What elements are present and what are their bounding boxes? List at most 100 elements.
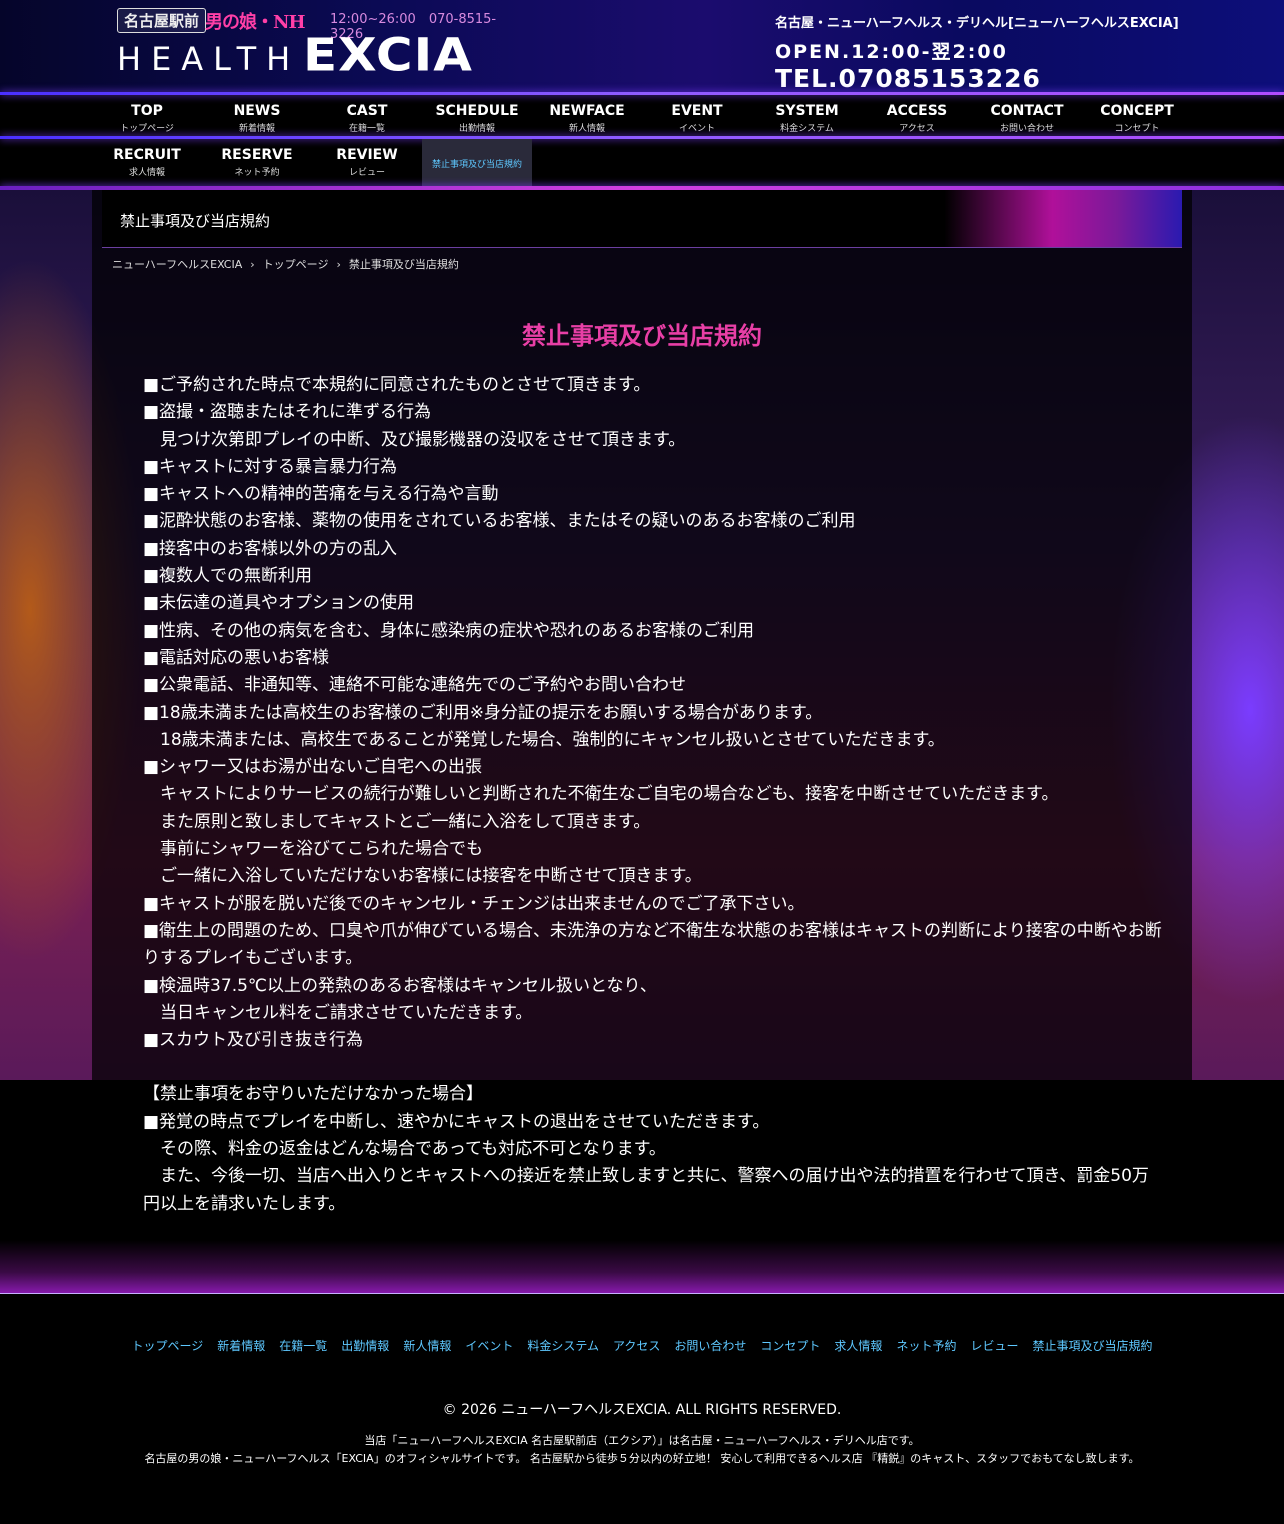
rule-line: ■発覚の時点でプレイを中断し、速やかにキャストの退出をさせていただきます。 (143, 1111, 770, 1132)
logo-excia-text: EXCIA (303, 28, 473, 82)
nav-label: CONCEPT (1100, 103, 1174, 119)
nav-sublabel: イベント (678, 124, 715, 134)
rule-line: 見つけ次第即プレイの中断、及び撮影機器の没収をさせて頂きます。 (143, 429, 686, 450)
footer-link[interactable]: お問い合わせ (674, 1339, 746, 1353)
rule-line: ■公衆電話、非通知等、連絡不可能な連絡先でのご予約やお問い合わせ (143, 675, 687, 696)
breadcrumb-top[interactable]: トップページ (263, 258, 329, 271)
nav-label: CAST (346, 103, 388, 119)
breadcrumb-current: 禁止事項及び当店規約 (348, 258, 459, 271)
rule-line: ■シャワー又はお湯が出ないご自宅への出張 (143, 757, 483, 778)
nav-label: REVIEW (336, 147, 398, 163)
nav-sublabel: ネット予約 (234, 168, 280, 178)
footer-link[interactable]: アクセス (613, 1339, 660, 1353)
nav-sublabel: トップページ (120, 124, 174, 134)
footer-link[interactable]: 新人情報 (403, 1339, 451, 1353)
rule-line: ■盗撮・盗聴またはそれに準ずる行為 (143, 402, 432, 423)
nav-sublabel: 在籍一覧 (348, 124, 385, 134)
rules-text: ■ご予約された時点で本規約に同意されたものとさせて頂きます。 ■盗撮・盗聴またはそ… (143, 372, 1163, 1218)
rule-line: 18歳未満または、高校生であることが発覚した場合、強制的にキャンセル扱いとさせて… (143, 729, 945, 750)
rule-line: ■ご予約された時点で本規約に同意されたものとさせて頂きます。 (143, 375, 651, 395)
rule-line: また原則と致しましてキャストとご一緒に入浴をして頂きます。 (143, 811, 651, 832)
breadcrumb: ニューハーフヘルスEXCIA › トップページ › 禁止事項及び当店規約 (112, 256, 459, 272)
nav-sublabel: 出勤情報 (458, 124, 495, 134)
nav-label: EVENT (671, 103, 723, 119)
rule-line: ■複数人での無断利用 (143, 566, 313, 587)
main-nav: TOP トップページ NEWS 新着情報 CAST 在籍一覧 SCHEDULE 出勤情報… (0, 92, 1284, 190)
nav-sublabel: 求人情報 (128, 168, 165, 178)
logo-health-text: HEALTH (117, 40, 301, 78)
footer-link[interactable]: イベント (465, 1339, 513, 1353)
rule-line: 事前にシャワーを浴びてこられた場合でも (143, 839, 483, 860)
nav-item-recruit[interactable]: RECRUIT 求人情報 (92, 139, 202, 187)
footer-description: 当店「ニューハーフヘルスEXCIA 名古屋駅前店（エクシア）」は名古屋・ニューハ… (0, 1432, 1284, 1468)
rule-line: ■泥酔状態のお客様、薬物の使用をされているお客様、またはその疑いのあるお客様のご… (143, 511, 856, 532)
main-heading: 禁止事項及び当店規約 (522, 322, 762, 350)
chevron-right-icon: › (336, 258, 341, 271)
rule-line (143, 1054, 1163, 1081)
footer-link[interactable]: 在籍一覧 (279, 1339, 327, 1353)
rule-line: キャストによりサービスの続行が難しいと判断された不衛生なご自宅の場合なども、接客… (143, 784, 1059, 805)
rule-line: その際、料金の返金はどんな場合であっても対応不可となります。 (143, 1139, 666, 1160)
site-logo[interactable]: 名古屋駅前 男の娘・NH 12:00~26:00 070-8515-3226 H… (117, 8, 502, 81)
nav-item-rules-current[interactable]: 禁止事項及び当店規約 (422, 139, 532, 187)
footer-link[interactable]: 新着情報 (217, 1339, 265, 1353)
footer-link[interactable]: トップページ (132, 1339, 204, 1353)
nav-sublabel: レビュー (348, 168, 385, 178)
nav-label: CONTACT (990, 103, 1064, 119)
rule-line: 当日キャンセル料をご請求させていただきます。 (143, 1002, 533, 1023)
nav-sublabel: お問い合わせ (999, 124, 1054, 134)
logo-nh-text: 男の娘・NH (205, 12, 305, 33)
rule-line: ■衛生上の問題のため、口臭や爪が伸びている場合、未洗浄の方など不衛生な状態のお客… (143, 920, 1162, 969)
nav-sublabel: 禁止事項及び当店規約 (431, 160, 522, 170)
footer-divider (0, 1293, 1284, 1294)
nav-label: NEWS (233, 103, 281, 119)
nav-label: RECRUIT (113, 147, 181, 163)
rule-line: ■キャストが服を脱いだ後でのキャンセル・チェンジは出来ませんのでご了承下さい。 (143, 893, 805, 914)
rule-line: ■スカウト及び引き抜き行為 (143, 1030, 364, 1051)
nav-row-2: RECRUIT 求人情報 RESERVE ネット予約 REVIEW レビュー 禁止事項… (92, 139, 1192, 187)
nav-label: SYSTEM (775, 103, 839, 119)
rule-line: ■18歳未満または高校生のお客様のご利用※身分証の提示をお願いする場合があります… (143, 702, 823, 723)
footer-description-line2: 名古屋の男の娘・ニューハーフヘルス「EXCIA」のオフィシャルサイトです。 名古… (144, 1452, 1140, 1465)
rule-line: ■電話対応の悪いお客様 (143, 647, 330, 668)
header-shop-name: 名古屋・ニューハーフヘルス・デリヘル[ニューハーフヘルスEXCIA] (775, 16, 1179, 31)
nav-sublabel: 新人情報 (568, 124, 605, 134)
rule-line: ■未伝達の道具やオプションの使用 (143, 593, 415, 614)
logo-location-tag: 名古屋駅前 (117, 8, 207, 33)
footer-link[interactable]: 出勤情報 (341, 1339, 389, 1353)
nav-sublabel: 新着情報 (238, 124, 275, 134)
footer-glow (0, 1240, 1284, 1294)
rule-line: ご一緒に入浴していただけないお客様には接客を中断させて頂きます。 (143, 866, 702, 887)
rule-line: ■検温時37.5℃以上の発熱のあるお客様はキャンセル扱いとなり、 (143, 975, 657, 996)
rule-line: ■性病、その他の病気を含む、身体に感染病の症状や恐れのあるお客様のご利用 (143, 620, 755, 641)
header-phone[interactable]: TEL.07085153226 (775, 64, 1179, 93)
nav-item-review[interactable]: REVIEW レビュー (312, 139, 422, 187)
nav-sublabel: コンセプト (1114, 124, 1160, 134)
header-open-hours: OPEN.12:00-翌2:00 (775, 41, 1008, 63)
nav-label: RESERVE (221, 147, 293, 163)
breadcrumb-home[interactable]: ニューハーフヘルスEXCIA (112, 258, 242, 271)
nav-item-reserve[interactable]: RESERVE ネット予約 (202, 139, 312, 187)
footer-links: トップページ 新着情報 在籍一覧 出勤情報 新人情報 イベント 料金システム アクセス お問い合… (0, 1337, 1284, 1354)
nav-sublabel: アクセス (899, 124, 935, 134)
footer-link[interactable]: ネット予約 (896, 1339, 956, 1353)
page-title-bar: 禁止事項及び当店規約 (102, 190, 1182, 248)
site-header: 名古屋駅前 男の娘・NH 12:00~26:00 070-8515-3226 H… (0, 0, 1284, 93)
footer-description-line1: 当店「ニューハーフヘルスEXCIA 名古屋駅前店（エクシア）」は名古屋・ニューハ… (364, 1434, 920, 1447)
nav-sublabel: 料金システム (780, 124, 834, 134)
chevron-right-icon: › (250, 258, 255, 271)
footer-link[interactable]: 求人情報 (834, 1339, 882, 1353)
header-info: 名古屋・ニューハーフヘルス・デリヘル[ニューハーフヘルスEXCIA] OPEN.… (775, 12, 1179, 93)
footer-link[interactable]: 料金システム (527, 1339, 599, 1353)
nav-label: NEWFACE (549, 103, 625, 119)
footer-link[interactable]: 禁止事項及び当店規約 (1032, 1339, 1152, 1353)
page-title: 禁止事項及び当店規約 (120, 212, 271, 230)
rule-line: ■キャストへの精神的苦痛を与える行為や言動 (143, 484, 499, 505)
rule-line: ■接客中のお客様以外の方の乱入 (143, 538, 398, 559)
rule-line: 【禁止事項をお守りいただけなかった場合】 (143, 1084, 483, 1105)
rule-line: また、今後一切、当店へ出入りとキャストへの接近を禁止致しますと共に、警察への届け… (143, 1166, 1149, 1214)
footer-link[interactable]: コンセプト (760, 1339, 820, 1353)
footer-link[interactable]: レビュー (970, 1339, 1018, 1353)
nav-label: TOP (131, 103, 163, 119)
nav-label: SCHEDULE (435, 103, 519, 119)
